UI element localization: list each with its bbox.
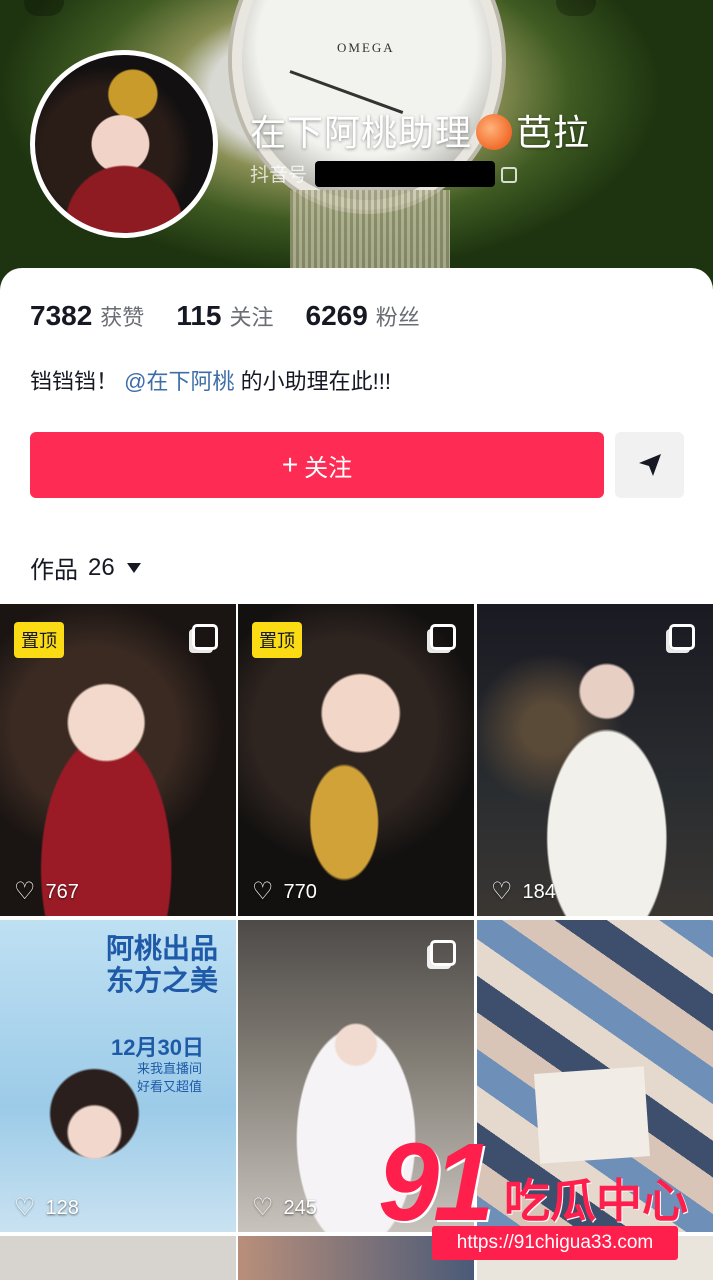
likes-count: ♡ 767 (14, 880, 79, 904)
video-tile-partial[interactable] (0, 1236, 236, 1280)
likes-count: ♡ 128 (14, 1196, 79, 1220)
watermark-logo-text: 吃瓜中心 (504, 1175, 688, 1227)
profile-name: 在下阿桃助理 芭拉 (250, 104, 590, 156)
likes-value: 128 (45, 1196, 79, 1219)
heart-icon: ♡ (252, 1194, 274, 1221)
likes-count: ♡ 770 (252, 880, 317, 904)
likes-value: 767 (45, 880, 79, 903)
handwritten-note-image (533, 1066, 651, 1164)
avatar[interactable] (30, 50, 218, 238)
peach-emoji-icon (476, 114, 513, 150)
likes-value: 184 (522, 880, 556, 903)
video-tile[interactable]: 阿桃出品 东方之美 12月30日 来我直播间 好看又超值 ♡ 128 (0, 920, 236, 1232)
video-tile[interactable]: 置顶 ♡ 767 (0, 604, 236, 916)
copy-icon[interactable] (501, 167, 518, 183)
share-button[interactable] (615, 432, 684, 498)
douyin-id-label: 抖音号 (250, 165, 308, 186)
poster-date: 12月30日 (111, 1035, 204, 1060)
redacted-id (315, 161, 496, 187)
stat-label: 获赞 (100, 305, 145, 330)
stat-value: 7382 (30, 300, 93, 331)
multi-image-icon (430, 624, 456, 650)
pinned-badge: 置顶 (252, 622, 302, 658)
multi-image-icon (430, 940, 456, 966)
bio-mention-link[interactable]: @在下阿桃 (124, 369, 234, 394)
stat-value: 115 (176, 300, 222, 331)
douyin-id-row[interactable]: 抖音号 (250, 160, 518, 187)
multi-image-icon (192, 624, 218, 650)
bio-suffix: 的小助理在此!!! (240, 369, 391, 394)
plus-icon: + (281, 449, 299, 480)
poster-title: 阿桃出品 东方之美 (106, 934, 218, 998)
stat-value: 6269 (305, 300, 368, 331)
poster-subtitle: 来我直播间 好看又超值 (137, 1060, 202, 1096)
multi-image-icon (669, 624, 695, 650)
search-button[interactable] (556, 0, 596, 16)
profile-name-prefix: 在下阿桃助理 (250, 112, 473, 153)
watermark-url: https://91chigua33.com (432, 1226, 678, 1260)
follow-button[interactable]: + 关注 (30, 432, 604, 498)
works-count: 26 (88, 553, 115, 581)
pinned-badge: 置顶 (14, 622, 64, 658)
back-button[interactable] (24, 0, 64, 16)
stat-label: 粉丝 (375, 305, 420, 330)
stat-label: 关注 (229, 305, 274, 330)
likes-value: 770 (283, 880, 317, 903)
send-icon (638, 454, 661, 476)
bio: 铛铛铛！ @在下阿桃 的小助理在此!!! (30, 364, 391, 396)
profile-name-suffix: 芭拉 (516, 112, 591, 153)
likes-count: ♡ 184 (491, 880, 556, 904)
heart-icon: ♡ (14, 1194, 36, 1221)
stats-row: 7382 获赞 115 关注 6269 粉丝 (30, 300, 452, 332)
heart-icon: ♡ (14, 878, 36, 905)
poster-sub-line: 好看又超值 (136, 1079, 202, 1095)
video-tile[interactable]: 置顶 ♡ 770 (238, 604, 474, 916)
likes-count: ♡ 245 (252, 1196, 317, 1220)
poster-title-line: 阿桃出品 (105, 934, 218, 965)
poster-sub-line: 来我直播间 (136, 1061, 202, 1076)
heart-icon: ♡ (491, 878, 513, 905)
stat-followers[interactable]: 6269 粉丝 (306, 300, 420, 332)
works-tab[interactable]: 作品 26 (30, 550, 141, 585)
heart-icon: ♡ (252, 878, 274, 905)
caret-down-icon (126, 562, 141, 573)
watermark-logo-number: 91 (378, 1121, 494, 1244)
video-tile[interactable]: ♡ 184 (477, 604, 713, 916)
poster-title-line: 东方之美 (105, 966, 218, 998)
works-label: 作品 (30, 557, 78, 584)
follow-button-label: 关注 (304, 454, 353, 482)
likes-value: 245 (283, 1196, 317, 1219)
stat-following[interactable]: 115 关注 (176, 300, 273, 332)
watch-brand-text: OMEGA (337, 40, 395, 55)
stat-likes[interactable]: 7382 获赞 (30, 300, 144, 332)
bio-prefix: 铛铛铛！ (30, 369, 119, 394)
